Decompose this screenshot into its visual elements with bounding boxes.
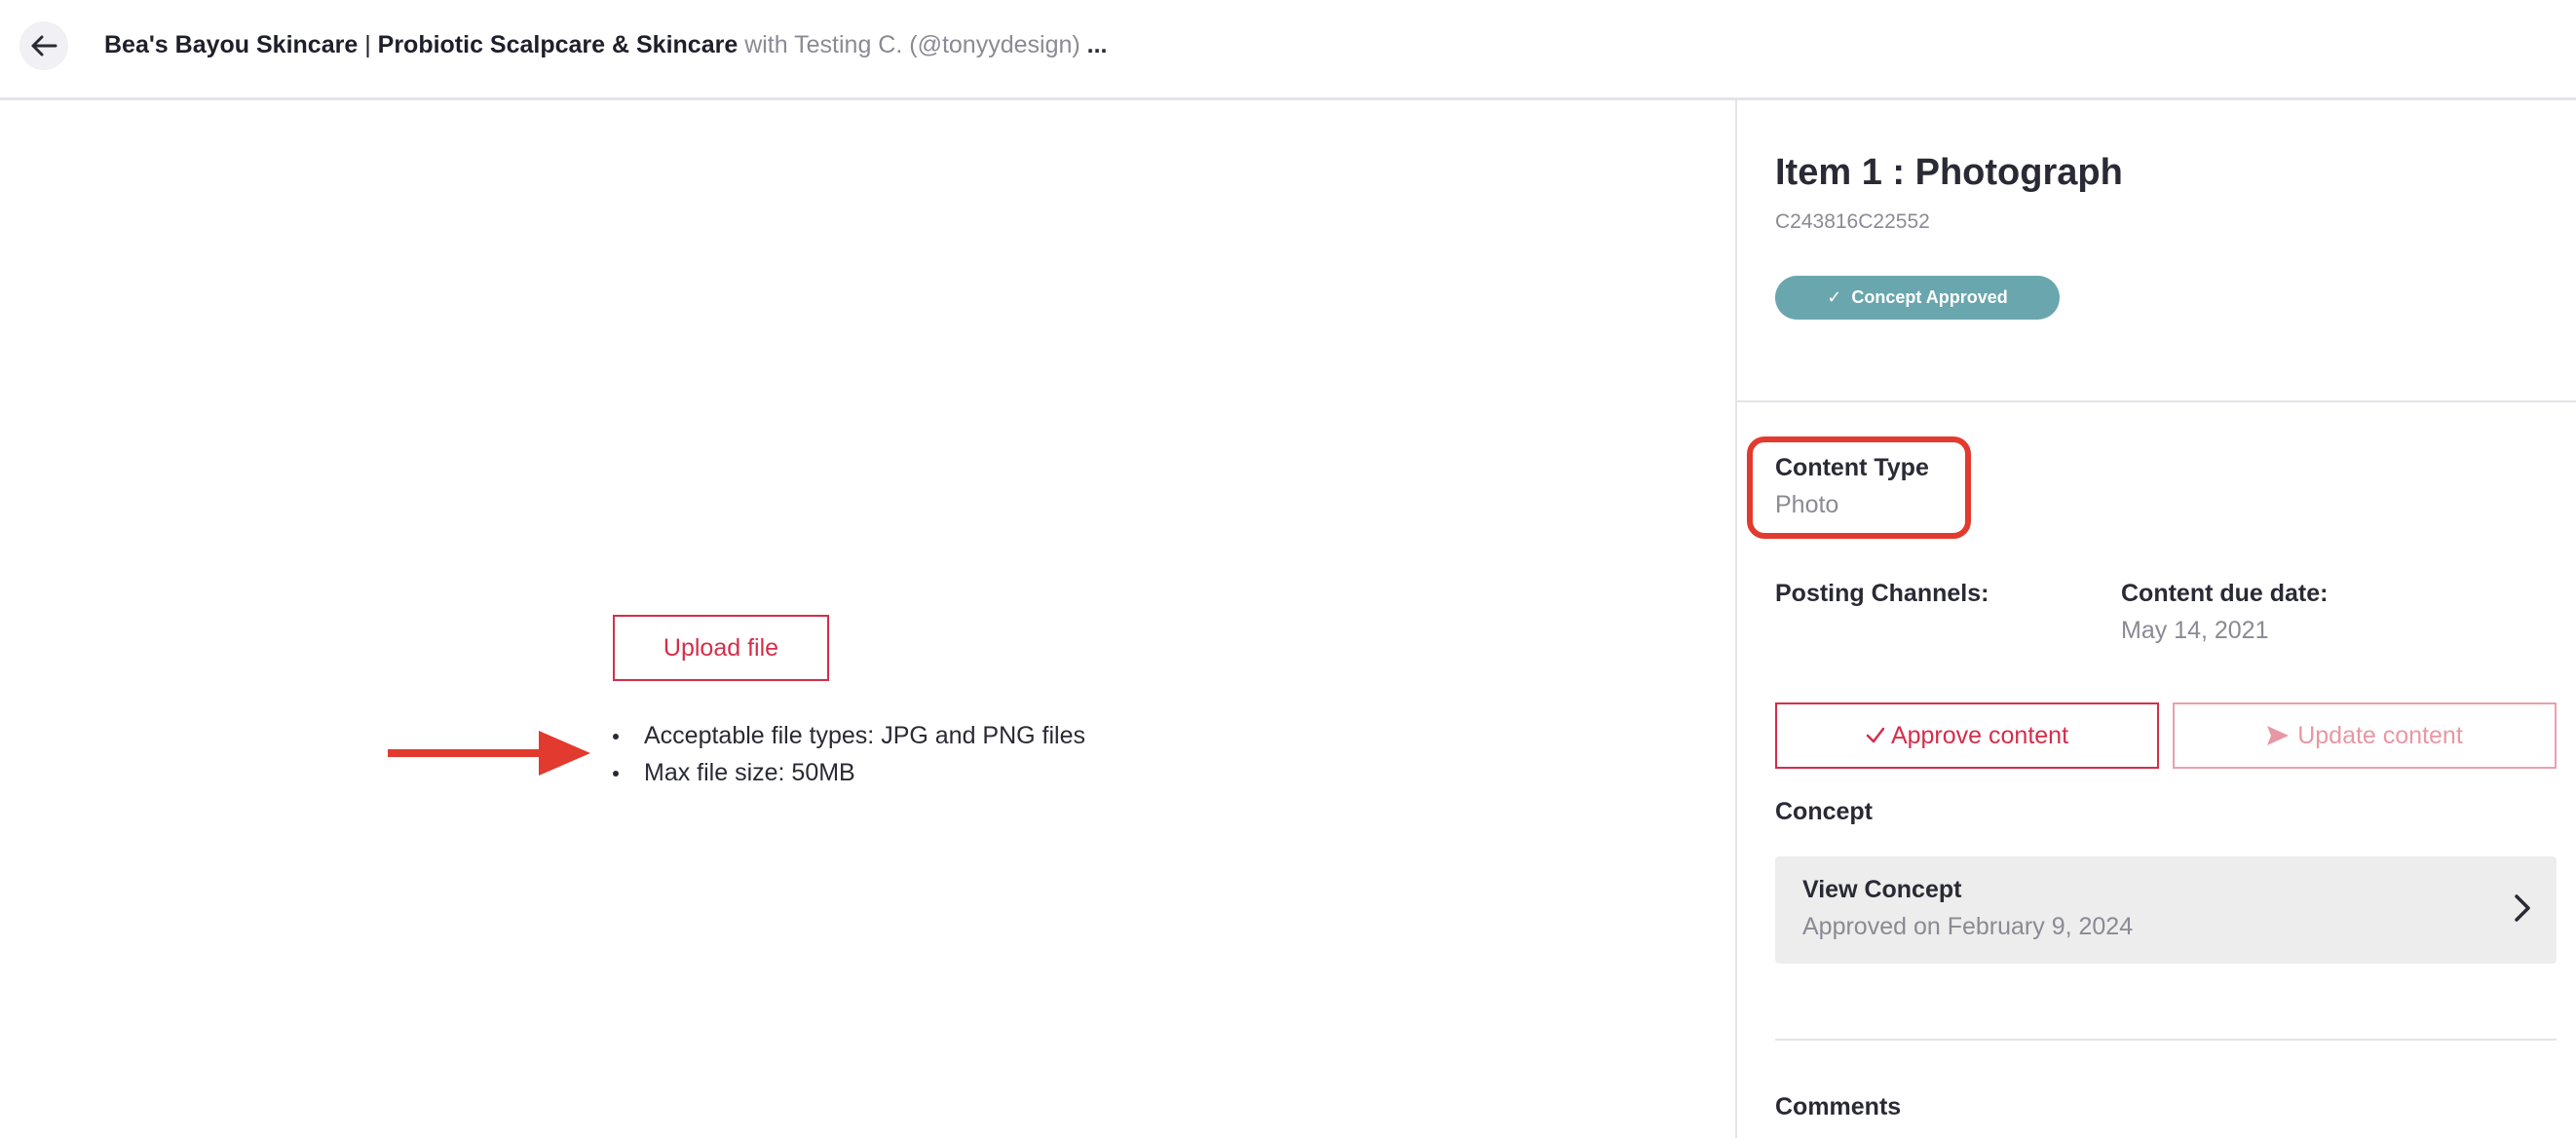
check-icon: ✓: [1827, 287, 1842, 307]
due-date-value: May 14, 2021: [2121, 617, 2269, 644]
panel-divider: [1735, 100, 1737, 1138]
file-size-requirement: Max file size: 50MB: [613, 754, 1085, 791]
campaign-name: Probiotic Scalpcare & Skincare: [377, 31, 739, 58]
file-requirements-list: Acceptable file types: JPG and PNG files…: [613, 717, 1085, 791]
creator-name: with Testing C. (@tonyydesign): [738, 31, 1080, 58]
top-header: Bea's Bayou Skincare | Probiotic Scalpca…: [0, 0, 2576, 100]
check-icon: [1866, 727, 1885, 743]
posting-channels-label: Posting Channels:: [1775, 580, 1989, 607]
section-divider: [1775, 1039, 2557, 1041]
item-title: Item 1 : Photograph: [1775, 152, 2123, 193]
due-date-label: Content due date:: [2121, 580, 2329, 607]
arrow-left-icon: [31, 35, 57, 57]
concept-approved-date: Approved on February 9, 2024: [1802, 913, 2134, 940]
content-type-value: Photo: [1775, 491, 1839, 518]
upload-file-button[interactable]: Upload file: [613, 615, 829, 681]
item-id: C243816C22552: [1775, 210, 1930, 233]
view-concept-title: View Concept: [1802, 876, 1962, 903]
approve-content-label: Approve content: [1890, 721, 2069, 749]
comments-section-label: Comments: [1775, 1093, 1902, 1120]
file-type-requirement: Acceptable file types: JPG and PNG files: [613, 717, 1085, 754]
brand-name: Bea's Bayou Skincare: [104, 31, 359, 58]
approve-content-button[interactable]: Approve content: [1775, 702, 2159, 769]
send-icon: [2267, 726, 2290, 745]
concept-section-label: Concept: [1775, 798, 1873, 825]
annotation-arrow-icon: [388, 731, 590, 776]
update-content-label: Update content: [2297, 721, 2463, 749]
status-label: Concept Approved: [1851, 287, 2008, 307]
page-title: Bea's Bayou Skincare | Probiotic Scalpca…: [104, 29, 1108, 60]
view-concept-card[interactable]: View Concept Approved on February 9, 202…: [1775, 856, 2557, 964]
content-type-label: Content Type: [1775, 454, 1929, 481]
update-content-button[interactable]: Update content: [2173, 702, 2557, 769]
back-button[interactable]: [19, 21, 68, 70]
chevron-right-icon: [2515, 894, 2530, 922]
section-divider: [1737, 400, 2576, 402]
annotation-highlight-box: [1747, 436, 1971, 539]
title-ellipsis: ...: [1080, 31, 1108, 58]
title-separator: |: [358, 31, 378, 58]
status-badge: ✓ Concept Approved: [1775, 276, 2060, 320]
